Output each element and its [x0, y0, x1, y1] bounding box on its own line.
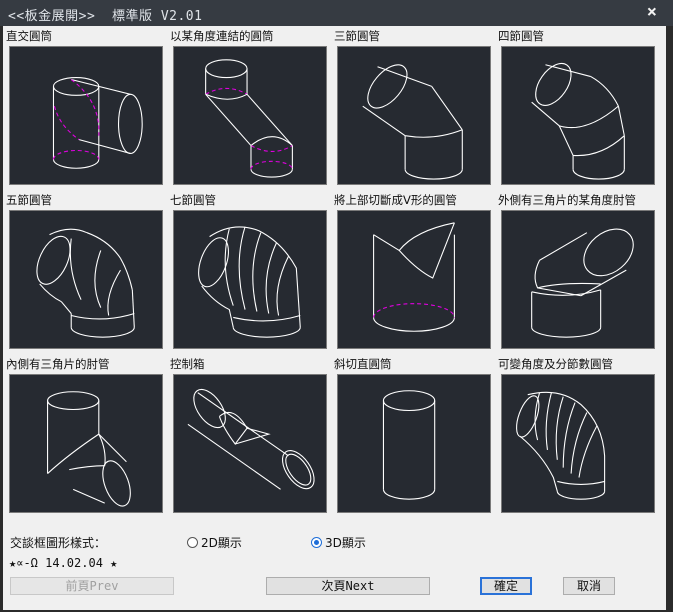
window-title: <<板金展開>> 標準版 V2.01 — [8, 9, 203, 24]
radio-3d-label: 3D顯示 — [325, 536, 366, 550]
five-piece-elbow-drawing — [36, 228, 135, 338]
seven-piece-elbow-drawing — [198, 226, 301, 338]
angled-cylinder-drawing — [205, 59, 293, 178]
radio-2d-label: 2D顯示 — [201, 536, 242, 550]
ok-button[interactable]: 確定 — [480, 577, 532, 595]
shape-preview[interactable] — [173, 210, 327, 349]
shape-label: 三節圓管 — [334, 29, 380, 43]
v-cut-cylinder-drawing — [373, 222, 455, 332]
shape-label: 以某角度連結的圓筒 — [170, 29, 274, 43]
shape-preview[interactable] — [337, 210, 491, 349]
radio-2d-display[interactable]: 2D顯示 — [187, 534, 242, 551]
shape-preview[interactable] — [9, 374, 163, 513]
shape-label: 五節圓管 — [6, 193, 52, 207]
window-frame-right — [666, 26, 673, 612]
cancel-button[interactable]: 取消 — [563, 577, 615, 595]
shape-preview[interactable] — [337, 46, 491, 185]
inner-gusset-elbow-drawing — [47, 391, 131, 507]
dialog-body: 直交圓筒 以某角度連結的圓筒 三節圓管 四節圓管 五節圓管 七節圓管 將上部切斷… — [3, 26, 666, 610]
close-icon[interactable]: × — [647, 2, 657, 22]
shape-label: 內側有三角片的肘管 — [6, 357, 110, 371]
shape-label: 控制箱 — [170, 357, 205, 371]
shape-label: 將上部切斷成V形的圓管 — [334, 193, 457, 207]
variable-elbow-drawing — [516, 391, 606, 500]
shape-preview[interactable] — [9, 210, 163, 349]
oblique-cut-cylinder-drawing — [382, 390, 436, 500]
shape-label: 斜切直圓筒 — [334, 357, 392, 371]
control-box-drawing — [187, 388, 315, 490]
shape-preview[interactable] — [501, 374, 655, 513]
radio-3d-display[interactable]: 3D顯示 — [311, 534, 366, 551]
shape-label: 四節圓管 — [498, 29, 544, 43]
radio-3d-indicator[interactable] — [311, 537, 322, 548]
shape-preview[interactable] — [173, 374, 327, 513]
shape-label: 七節圓管 — [170, 193, 216, 207]
prev-page-button[interactable]: 前頁Prev — [10, 577, 174, 595]
shape-label: 外側有三角片的某角度肘管 — [498, 193, 636, 207]
title-bar[interactable]: <<板金展開>> 標準版 V2.01 × — [0, 0, 673, 26]
shape-preview[interactable] — [9, 46, 163, 185]
outer-gusset-elbow-drawing — [531, 228, 634, 338]
next-page-button[interactable]: 次頁Next — [266, 577, 430, 595]
shape-preview[interactable] — [173, 46, 327, 185]
shape-label: 直交圓筒 — [6, 29, 52, 43]
shape-preview[interactable] — [337, 374, 491, 513]
version-stamp: ★∝-Ω 14.02.04 ★ — [9, 556, 118, 570]
shape-preview[interactable] — [501, 46, 655, 185]
shape-label: 可變角度及分節數圓管 — [498, 357, 613, 371]
display-style-label: 交談框圖形樣式： — [10, 536, 107, 550]
shape-preview[interactable] — [501, 210, 655, 349]
three-piece-elbow-drawing — [362, 64, 463, 180]
tee-cylinder-drawing — [52, 77, 143, 169]
radio-2d-indicator[interactable] — [187, 537, 198, 548]
four-piece-elbow-drawing — [531, 62, 625, 180]
